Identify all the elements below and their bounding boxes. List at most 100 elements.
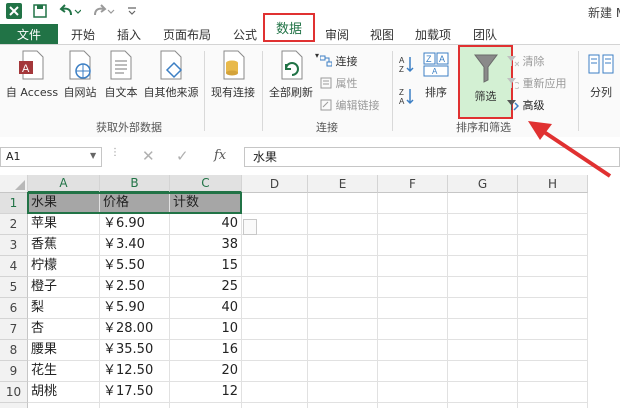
tab-review[interactable]: 审阅 (325, 24, 349, 44)
empty-cell[interactable] (378, 298, 448, 319)
cell-c4[interactable]: 15 (170, 256, 242, 277)
tab-view[interactable]: 视图 (370, 24, 394, 44)
row-header[interactable]: 6 (0, 298, 28, 319)
cell-c5[interactable]: 25 (170, 277, 242, 298)
cell-a1[interactable]: 水果 (28, 193, 100, 214)
cell-c10[interactable]: 12 (170, 382, 242, 403)
sort-button[interactable]: ZAA 排序 (420, 49, 452, 100)
edit-links-button[interactable]: 编辑链接 (320, 97, 380, 113)
empty-cell[interactable] (518, 340, 588, 361)
column-header-a[interactable]: A (28, 175, 100, 193)
column-header-d[interactable]: D (242, 175, 308, 193)
empty-cell[interactable] (308, 361, 378, 382)
cell-c7[interactable]: 10 (170, 319, 242, 340)
cell-b6[interactable]: ￥5.90 (100, 298, 170, 319)
cell-c6[interactable]: 40 (170, 298, 242, 319)
column-header-e[interactable]: E (308, 175, 378, 193)
empty-cell[interactable] (378, 235, 448, 256)
column-header-c[interactable]: C (170, 175, 242, 193)
row-header[interactable]: 3 (0, 235, 28, 256)
row-header[interactable]: 9 (0, 361, 28, 382)
empty-cell[interactable] (518, 361, 588, 382)
row-header[interactable]: 11 (0, 403, 28, 408)
cell-b7[interactable]: ￥28.00 (100, 319, 170, 340)
save-icon[interactable] (32, 3, 48, 19)
empty-cell[interactable] (448, 340, 518, 361)
refresh-all-button[interactable]: 全部刷新 (264, 49, 318, 100)
properties-button[interactable]: 属性 (320, 75, 358, 91)
empty-cell[interactable] (308, 382, 378, 403)
customize-qat-icon[interactable] (126, 3, 138, 19)
text-to-columns-button[interactable]: 分列 (584, 49, 618, 100)
cell-a7[interactable]: 杏 (28, 319, 100, 340)
cell-a4[interactable]: 柠檬 (28, 256, 100, 277)
empty-cell[interactable] (308, 298, 378, 319)
advanced-filter-button[interactable]: 高级 (507, 97, 545, 113)
cell-b3[interactable]: ￥3.40 (100, 235, 170, 256)
tab-data[interactable]: 数据 (263, 13, 315, 42)
cell-c8[interactable]: 16 (170, 340, 242, 361)
name-box[interactable]: A1 (0, 147, 102, 167)
empty-cell[interactable] (378, 193, 448, 214)
empty-cell[interactable] (378, 403, 448, 408)
cell-b10[interactable]: ￥17.50 (100, 382, 170, 403)
tab-file[interactable]: 文件 (0, 24, 58, 44)
enter-icon[interactable]: ✓ (176, 147, 189, 165)
empty-cell[interactable] (242, 235, 308, 256)
cell-a3[interactable]: 香蕉 (28, 235, 100, 256)
empty-cell[interactable] (242, 382, 308, 403)
row-header[interactable]: 8 (0, 340, 28, 361)
empty-cell[interactable] (242, 403, 308, 408)
cell-a6[interactable]: 梨 (28, 298, 100, 319)
empty-cell[interactable] (518, 403, 588, 408)
cell-a8[interactable]: 腰果 (28, 340, 100, 361)
empty-cell[interactable] (378, 214, 448, 235)
empty-cell[interactable] (242, 298, 308, 319)
empty-cell[interactable] (448, 214, 518, 235)
from-access-button[interactable]: A 自 Access (3, 49, 61, 100)
row-header[interactable]: 10 (0, 382, 28, 403)
cell-a9[interactable]: 花生 (28, 361, 100, 382)
existing-connections-button[interactable]: 现有连接 (206, 49, 260, 100)
cell-a2[interactable]: 苹果 (28, 214, 100, 235)
cell-b2[interactable]: ￥6.90 (100, 214, 170, 235)
cell-c1[interactable]: 计数 (170, 193, 242, 214)
empty-cell[interactable] (308, 256, 378, 277)
column-header-b[interactable]: B (100, 175, 170, 193)
from-text-button[interactable]: 自文本 (101, 49, 141, 100)
tab-addins[interactable]: 加载项 (415, 24, 451, 44)
row-header[interactable]: 4 (0, 256, 28, 277)
undo-icon[interactable] (58, 3, 82, 19)
empty-cell[interactable] (308, 319, 378, 340)
empty-cell[interactable] (378, 256, 448, 277)
cell-c2[interactable]: 40 (170, 214, 242, 235)
empty-cell[interactable] (448, 235, 518, 256)
sort-ascending-button[interactable]: AZ (398, 55, 416, 76)
empty-cell[interactable] (308, 403, 378, 408)
row-header[interactable]: 7 (0, 319, 28, 340)
cell-b4[interactable]: ￥5.50 (100, 256, 170, 277)
sort-descending-button[interactable]: ZA (398, 87, 416, 108)
tab-home[interactable]: 开始 (71, 24, 95, 44)
clear-filter-button[interactable]: 清除 (507, 53, 545, 69)
from-web-button[interactable]: 自网站 (60, 49, 100, 100)
column-header-f[interactable]: F (378, 175, 448, 193)
tab-page-layout[interactable]: 页面布局 (163, 24, 211, 44)
cell-c3[interactable]: 38 (170, 235, 242, 256)
empty-cell[interactable] (242, 361, 308, 382)
cell-a10[interactable]: 胡桃 (28, 382, 100, 403)
empty-cell[interactable] (378, 340, 448, 361)
empty-cell[interactable] (308, 277, 378, 298)
cell-a11[interactable] (28, 403, 100, 408)
select-all-corner[interactable] (0, 175, 28, 193)
redo-icon[interactable] (92, 3, 116, 19)
empty-cell[interactable] (308, 235, 378, 256)
paste-options-icon[interactable] (243, 219, 257, 235)
empty-cell[interactable] (518, 235, 588, 256)
empty-cell[interactable] (448, 361, 518, 382)
connections-button[interactable]: 连接 (319, 53, 358, 69)
cell-b5[interactable]: ￥2.50 (100, 277, 170, 298)
empty-cell[interactable] (308, 193, 378, 214)
cell-b1[interactable]: 价格 (100, 193, 170, 214)
row-header[interactable]: 1 (0, 193, 28, 214)
